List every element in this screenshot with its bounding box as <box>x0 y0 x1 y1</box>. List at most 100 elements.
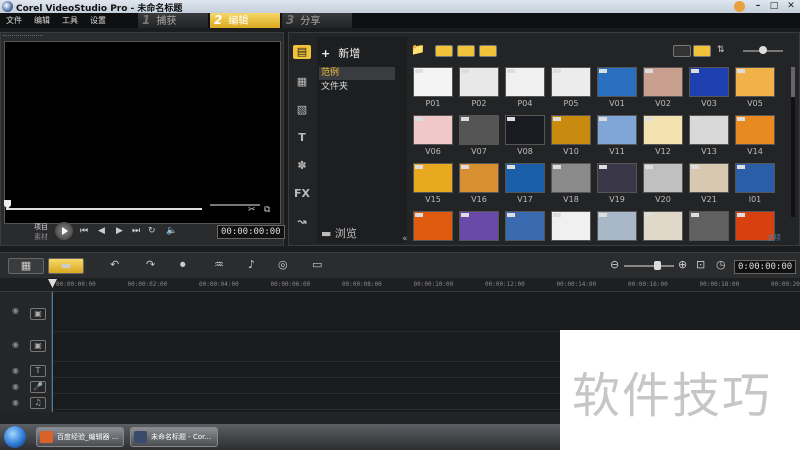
timeline-timecode[interactable]: 0:00:00:00 <box>734 260 797 274</box>
media-thumbnail[interactable] <box>505 67 545 97</box>
track-visibility-icon[interactable]: ◉ <box>12 382 19 391</box>
media-thumbnail[interactable] <box>413 211 453 241</box>
track-visibility-icon[interactable]: ◉ <box>12 340 19 349</box>
media-thumbnail[interactable] <box>735 115 775 145</box>
start-button[interactable] <box>4 426 26 448</box>
menu-file[interactable]: 文件 <box>6 15 22 26</box>
thumbnail-view-icon[interactable] <box>693 45 711 57</box>
media-thumbnail[interactable] <box>597 115 637 145</box>
thumbnail-size-knob[interactable] <box>759 46 767 54</box>
media-thumbnail[interactable] <box>505 163 545 193</box>
media-thumbnail[interactable] <box>689 67 729 97</box>
media-thumbnail[interactable] <box>597 163 637 193</box>
fit-project-icon[interactable]: ⊡ <box>696 258 705 274</box>
options-label[interactable]: 选项 <box>767 233 781 243</box>
folder-item-folder[interactable]: 文件夹 <box>319 81 395 94</box>
add-folder-button[interactable]: + 新增 <box>321 45 360 61</box>
record-capture-icon[interactable]: ⏺ <box>180 258 186 274</box>
media-thumbnail[interactable] <box>643 211 683 241</box>
close-button[interactable]: ✕ <box>784 1 798 12</box>
video-track-icon[interactable]: ▣ <box>30 308 46 320</box>
scrub-bar[interactable] <box>6 208 202 210</box>
media-thumbnail[interactable] <box>735 163 775 193</box>
subtitle-editor-icon[interactable]: ▭ <box>312 258 322 274</box>
taskbar-item-browser[interactable]: 百度经验_编辑器 ... <box>36 427 124 447</box>
scrollbar-thumb[interactable] <box>791 67 795 97</box>
overlay-track-icon[interactable]: ▣ <box>30 340 46 352</box>
menu-edit[interactable]: 编辑 <box>34 15 50 26</box>
list-view-icon[interactable] <box>673 45 691 57</box>
media-thumbnail[interactable] <box>459 67 499 97</box>
audio-mixer-icon[interactable]: ♒ <box>214 258 224 274</box>
volume-icon[interactable]: 🔈 <box>166 226 177 236</box>
media-thumbnail[interactable] <box>643 115 683 145</box>
end-icon[interactable]: ⏭ <box>132 226 140 236</box>
show-video-icon[interactable] <box>435 45 453 57</box>
instant-project-icon[interactable]: ▦ <box>293 75 311 89</box>
repeat-icon[interactable]: ↻ <box>148 226 156 236</box>
media-thumbnail[interactable] <box>551 163 591 193</box>
taskbar-item-videostudio[interactable]: 未命名标题 - Cor... <box>130 427 218 447</box>
media-thumbnail[interactable] <box>597 211 637 241</box>
media-thumbnail[interactable] <box>413 163 453 193</box>
tab-share[interactable]: 3 分享 <box>282 13 352 28</box>
zoom-slider-knob[interactable] <box>654 261 661 270</box>
browse-button[interactable]: ▬ 浏览 <box>321 225 357 241</box>
folder-item-samples[interactable]: 范例 <box>319 67 395 80</box>
title-track-icon[interactable]: T <box>30 365 46 377</box>
sort-icon[interactable]: ⇅ <box>717 45 735 57</box>
media-thumbnail[interactable] <box>505 115 545 145</box>
enlarge-preview-icon[interactable]: ⧉ <box>264 205 270 215</box>
preview-timecode[interactable]: 00:00:00:00 <box>217 225 285 239</box>
show-photo-icon[interactable] <box>457 45 475 57</box>
undo-icon[interactable]: ↶ <box>110 258 119 274</box>
timeline-ruler[interactable]: 00:00:00:00 00:00:02:00 00:00:04:00 00:00:0… <box>0 278 800 292</box>
storyboard-view-button[interactable]: ▦ <box>8 258 44 274</box>
media-icon[interactable]: ▤ <box>293 45 311 59</box>
motion-tracking-icon[interactable]: ◎ <box>278 258 288 274</box>
timeline-view-button[interactable]: ▬ <box>48 258 84 274</box>
transition-icon[interactable]: ▧ <box>293 103 311 117</box>
help-icon[interactable] <box>734 1 745 12</box>
minimize-button[interactable]: – <box>751 1 765 12</box>
clip-mode-label[interactable]: 素材 <box>34 232 48 242</box>
zoom-out-icon[interactable]: ⊖ <box>610 258 619 274</box>
previous-frame-icon[interactable]: ◀ <box>98 226 105 236</box>
menu-settings[interactable]: 设置 <box>90 15 106 26</box>
media-thumbnail[interactable] <box>551 211 591 241</box>
media-thumbnail[interactable] <box>643 163 683 193</box>
tab-capture[interactable]: 1 捕获 <box>138 13 208 28</box>
media-thumbnail[interactable] <box>689 115 729 145</box>
media-thumbnail[interactable] <box>735 67 775 97</box>
zoom-in-icon[interactable]: ⊕ <box>678 258 687 274</box>
video-track[interactable] <box>52 296 800 332</box>
voice-track-icon[interactable]: 🎤 <box>30 381 46 393</box>
media-thumbnail[interactable] <box>459 211 499 241</box>
media-thumbnail[interactable] <box>551 67 591 97</box>
redo-icon[interactable]: ↷ <box>146 258 155 274</box>
track-visibility-icon[interactable]: ◉ <box>12 366 19 375</box>
auto-music-icon[interactable]: ♪ <box>248 258 255 274</box>
music-track-icon[interactable]: ♫ <box>30 397 46 409</box>
media-thumbnail[interactable] <box>413 67 453 97</box>
maximize-button[interactable]: □ <box>767 1 781 12</box>
media-thumbnail[interactable] <box>459 163 499 193</box>
media-thumbnail[interactable] <box>643 67 683 97</box>
tab-edit[interactable]: 2 编辑 <box>210 13 280 28</box>
media-thumbnail[interactable] <box>551 115 591 145</box>
fx-icon[interactable]: FX <box>293 187 311 201</box>
play-button[interactable] <box>55 222 73 240</box>
track-visibility-icon[interactable]: ◉ <box>12 398 19 407</box>
collapse-icon[interactable]: « <box>402 234 408 244</box>
split-clip-icon[interactable]: ✂ <box>248 205 256 215</box>
menu-tools[interactable]: 工具 <box>62 15 78 26</box>
zoom-slider[interactable] <box>624 265 674 267</box>
panel-grip[interactable] <box>3 35 43 38</box>
path-icon[interactable]: ↝ <box>293 215 311 229</box>
media-thumbnail[interactable] <box>459 115 499 145</box>
media-thumbnail[interactable] <box>413 115 453 145</box>
track-visibility-icon[interactable]: ◉ <box>12 306 19 315</box>
home-icon[interactable]: ⏮ <box>80 226 88 236</box>
media-thumbnail[interactable] <box>689 163 729 193</box>
next-frame-icon[interactable]: ▶ <box>116 226 123 236</box>
